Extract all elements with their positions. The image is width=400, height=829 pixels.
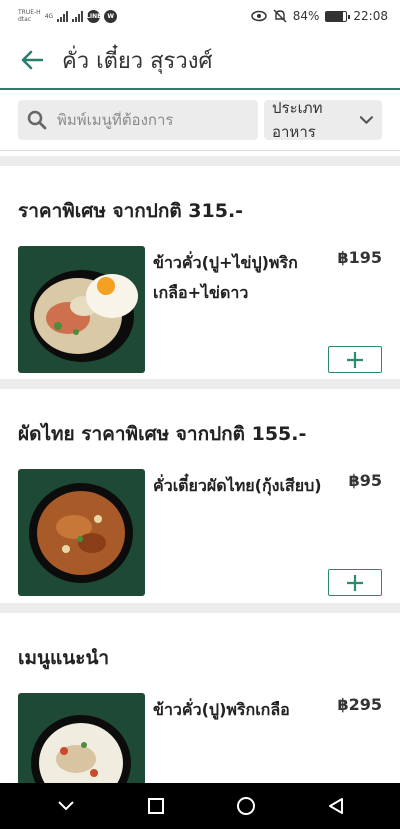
menu-item-price: ฿95 (348, 471, 382, 490)
chevron-down-icon[interactable] (56, 800, 76, 812)
menu-item-name[interactable]: ข้าวคั่ว(ปู)พริกเกลือ (153, 695, 328, 725)
menu-item-image[interactable] (18, 246, 145, 373)
carrier-name-1: TRUE-H (18, 9, 41, 16)
battery-icon (325, 10, 351, 22)
menu-item-image[interactable] (18, 469, 145, 596)
menu-section: ราคาพิเศษ จากปกติ 315.- ข้าวคั่ว(ปู+ไข่ป… (0, 166, 400, 379)
status-right: 84% 22:08 (250, 9, 388, 23)
menu-item-price: ฿195 (337, 248, 382, 267)
battery-percent: 84% (292, 9, 320, 23)
back-button[interactable] (18, 46, 46, 74)
search-box[interactable] (18, 100, 258, 140)
plus-icon (347, 351, 363, 368)
section-gap (0, 603, 400, 613)
category-dropdown-label: ประเภทอาหาร (272, 99, 323, 141)
search-row: ประเภทอาหาร (0, 99, 400, 141)
section-gap (0, 156, 400, 166)
battery-fill (326, 11, 344, 21)
line-app-icon: LINE (86, 9, 101, 23)
plus-icon (347, 574, 363, 591)
search-input[interactable] (57, 111, 247, 129)
menu-item-name[interactable]: ข้าวคั่ว(ปู+ไข่ปู)พริกเกลือ+ไข่ดาว (153, 248, 328, 308)
status-bar: TRUE-H dtac 4G LINE W 84% 22:08 (0, 0, 400, 32)
signal-icon (57, 10, 69, 22)
mute-bell-icon (273, 9, 287, 23)
back-triangle-icon[interactable] (327, 797, 345, 815)
carrier-name-2: dtac (18, 16, 32, 23)
signal-icon-2 (72, 10, 84, 22)
page-title: คั่ว เตี๋ยว สุรวงศ์ (62, 48, 213, 74)
menu-item-image[interactable] (18, 693, 145, 783)
search-icon (27, 110, 47, 130)
add-to-cart-button[interactable] (328, 569, 382, 596)
section-title: เมนูแนะนำ (18, 647, 110, 669)
home-icon[interactable] (236, 796, 256, 816)
clock: 22:08 (353, 9, 388, 23)
section-gap (0, 379, 400, 389)
add-to-cart-button[interactable] (328, 346, 382, 373)
chevron-down-icon (360, 116, 374, 124)
food-plate-illustration (29, 483, 133, 583)
menu-item-price: ฿295 (337, 695, 382, 714)
category-dropdown[interactable]: ประเภทอาหาร (264, 99, 382, 141)
carrier-label: TRUE-H dtac (18, 9, 41, 23)
menu-section: เมนูแนะนำ ข้าวคั่ว(ปู)พริกเกลือ ฿295 (0, 613, 400, 783)
food-plate-illustration (31, 715, 131, 783)
search-divider (0, 150, 400, 151)
network-type: 4G (44, 12, 54, 20)
section-title: ราคาพิเศษ จากปกติ 315.- (18, 200, 244, 222)
menu-section: ผัดไทย ราคาพิเศษ จากปกติ 155.- คั่วเตี๋ย… (0, 389, 400, 603)
status-left: TRUE-H dtac 4G LINE W (18, 9, 118, 23)
section-title: ผัดไทย ราคาพิเศษ จากปกติ 155.- (18, 423, 307, 445)
system-nav-bar (0, 783, 400, 829)
recent-apps-icon[interactable] (147, 797, 165, 815)
menu-item-name[interactable]: คั่วเตี๋ยวผัดไทย(กุ้งเสียบ) (153, 471, 328, 501)
app-bar: คั่ว เตี๋ยว สุรวงศ์ (0, 32, 400, 90)
w-app-icon: W (104, 9, 118, 23)
eye-icon (250, 10, 267, 22)
arrow-left-icon (21, 50, 43, 70)
food-plate-illustration (30, 270, 138, 362)
